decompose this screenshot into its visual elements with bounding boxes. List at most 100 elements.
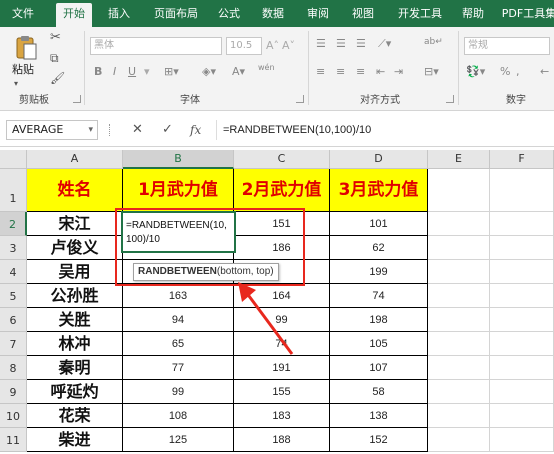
value-cell[interactable]: 199	[330, 260, 428, 284]
grid-cell[interactable]	[490, 356, 554, 380]
align-top-icon[interactable]: ☰	[316, 37, 326, 51]
row-header-8[interactable]: 8	[0, 356, 27, 380]
value-cell[interactable]: 101	[330, 212, 428, 236]
grid-cell[interactable]	[490, 428, 554, 452]
value-cell[interactable]: 163	[123, 284, 234, 308]
column-header-f[interactable]: F	[490, 150, 554, 169]
phonetic-icon[interactable]: wén	[258, 63, 275, 73]
tab-developer[interactable]: 开发工具	[390, 0, 450, 27]
value-cell[interactable]: 108	[123, 404, 234, 428]
font-name-combo[interactable]: 黑体	[90, 37, 222, 55]
enter-icon[interactable]: ✓	[162, 121, 173, 139]
value-cell[interactable]: 188	[234, 428, 330, 452]
name-cell[interactable]: 卢俊义	[27, 236, 123, 260]
underline-icon[interactable]: U	[128, 65, 136, 79]
header-cell-name[interactable]: 姓名	[27, 169, 123, 212]
row-header-11[interactable]: 11	[0, 428, 27, 452]
tab-home[interactable]: 开始	[56, 3, 92, 27]
header-cell-mar[interactable]: 3月武力值	[330, 169, 428, 212]
decrease-indent-icon[interactable]: ⇤	[376, 65, 385, 79]
tab-page-layout[interactable]: 页面布局	[146, 0, 206, 27]
bold-icon[interactable]: B	[94, 65, 102, 79]
increase-indent-icon[interactable]: ⇥	[394, 65, 403, 79]
accounting-format-icon[interactable]: 💱▾	[466, 65, 485, 79]
font-size-combo[interactable]: 10.5	[226, 37, 262, 55]
name-cell[interactable]: 秦明	[27, 356, 123, 380]
decimal-icon[interactable]: ←	[540, 65, 549, 79]
tab-review[interactable]: 审阅	[301, 0, 335, 27]
name-cell[interactable]: 呼延灼	[27, 380, 123, 404]
format-painter-icon[interactable]: 🖌	[50, 71, 65, 85]
alignment-launcher-icon[interactable]	[446, 95, 454, 103]
tab-data[interactable]: 数据	[256, 0, 290, 27]
row-header-1[interactable]: 1	[0, 169, 27, 212]
value-cell[interactable]: 107	[330, 356, 428, 380]
insert-function-button[interactable]: fx	[190, 121, 201, 139]
align-left-icon[interactable]: ≡	[316, 65, 325, 79]
value-cell[interactable]: 183	[234, 404, 330, 428]
value-cell[interactable]: 74	[330, 284, 428, 308]
name-box[interactable]: AVERAGE ▾	[6, 120, 98, 140]
tab-help[interactable]: 帮助	[456, 0, 490, 27]
row-header-7[interactable]: 7	[0, 332, 27, 356]
grid-cell[interactable]	[428, 356, 490, 380]
fill-color-icon[interactable]: ◈▾	[202, 65, 216, 79]
tab-insert[interactable]: 插入	[102, 0, 136, 27]
column-header-b[interactable]: B	[123, 150, 234, 169]
italic-icon[interactable]: I	[113, 65, 116, 79]
grid-cell[interactable]	[428, 212, 490, 236]
name-cell[interactable]: 公孙胜	[27, 284, 123, 308]
name-cell[interactable]: 花荣	[27, 404, 123, 428]
copy-icon[interactable]: ⧉	[50, 51, 59, 65]
row-header-3[interactable]: 3	[0, 236, 27, 260]
column-header-d[interactable]: D	[330, 150, 428, 169]
tab-view[interactable]: 视图	[346, 0, 380, 27]
value-cell[interactable]: 105	[330, 332, 428, 356]
grid-cell[interactable]	[428, 404, 490, 428]
cut-icon[interactable]: ✂	[50, 31, 61, 45]
row-header-9[interactable]: 9	[0, 380, 27, 404]
column-header-c[interactable]: C	[234, 150, 330, 169]
header-cell-jan[interactable]: 1月武力值	[123, 169, 234, 212]
value-cell[interactable]: 152	[330, 428, 428, 452]
tab-file[interactable]: 文件	[6, 0, 40, 27]
value-cell[interactable]: 125	[123, 428, 234, 452]
align-middle-icon[interactable]: ☰	[336, 37, 346, 51]
grid-cell[interactable]	[490, 260, 554, 284]
value-cell[interactable]: 58	[330, 380, 428, 404]
name-cell[interactable]: 林冲	[27, 332, 123, 356]
row-header-10[interactable]: 10	[0, 404, 27, 428]
value-cell[interactable]: 77	[123, 356, 234, 380]
tab-pdf-tools[interactable]: PDF工具集	[500, 0, 554, 27]
name-box-dropdown-icon[interactable]: ▾	[88, 121, 93, 139]
comma-style-icon[interactable]: ,	[516, 65, 520, 79]
grid-cell[interactable]	[428, 284, 490, 308]
wrap-text-icon[interactable]: ab↵	[424, 35, 443, 49]
grid-cell[interactable]	[428, 428, 490, 452]
value-cell[interactable]: 94	[123, 308, 234, 332]
grid-cell[interactable]	[490, 404, 554, 428]
row-header-5[interactable]: 5	[0, 284, 27, 308]
column-header-e[interactable]: E	[428, 150, 490, 169]
percent-icon[interactable]: %	[500, 65, 510, 79]
grid-cell[interactable]	[428, 260, 490, 284]
number-format-combo[interactable]: 常规	[464, 37, 550, 55]
cancel-icon[interactable]: ✕	[132, 121, 143, 139]
borders-icon[interactable]: ⊞▾	[164, 65, 179, 79]
font-color-icon[interactable]: A▾	[232, 65, 245, 79]
select-all-corner[interactable]	[0, 150, 27, 169]
column-header-a[interactable]: A	[27, 150, 123, 169]
name-cell[interactable]: 柴进	[27, 428, 123, 452]
grid-cell[interactable]	[428, 236, 490, 260]
grid-cell[interactable]	[428, 169, 490, 212]
grid-cell[interactable]	[490, 380, 554, 404]
align-bottom-icon[interactable]: ☰	[356, 37, 366, 51]
clipboard-launcher-icon[interactable]	[73, 95, 81, 103]
value-cell[interactable]: 138	[330, 404, 428, 428]
value-cell[interactable]: 99	[123, 380, 234, 404]
row-header-4[interactable]: 4	[0, 260, 27, 284]
grid-cell[interactable]	[428, 332, 490, 356]
name-cell[interactable]: 宋江	[27, 212, 123, 236]
formula-input[interactable]: =RANDBETWEEN(10,100)/10	[216, 120, 554, 140]
increase-font-icon[interactable]: A˄	[266, 39, 279, 53]
